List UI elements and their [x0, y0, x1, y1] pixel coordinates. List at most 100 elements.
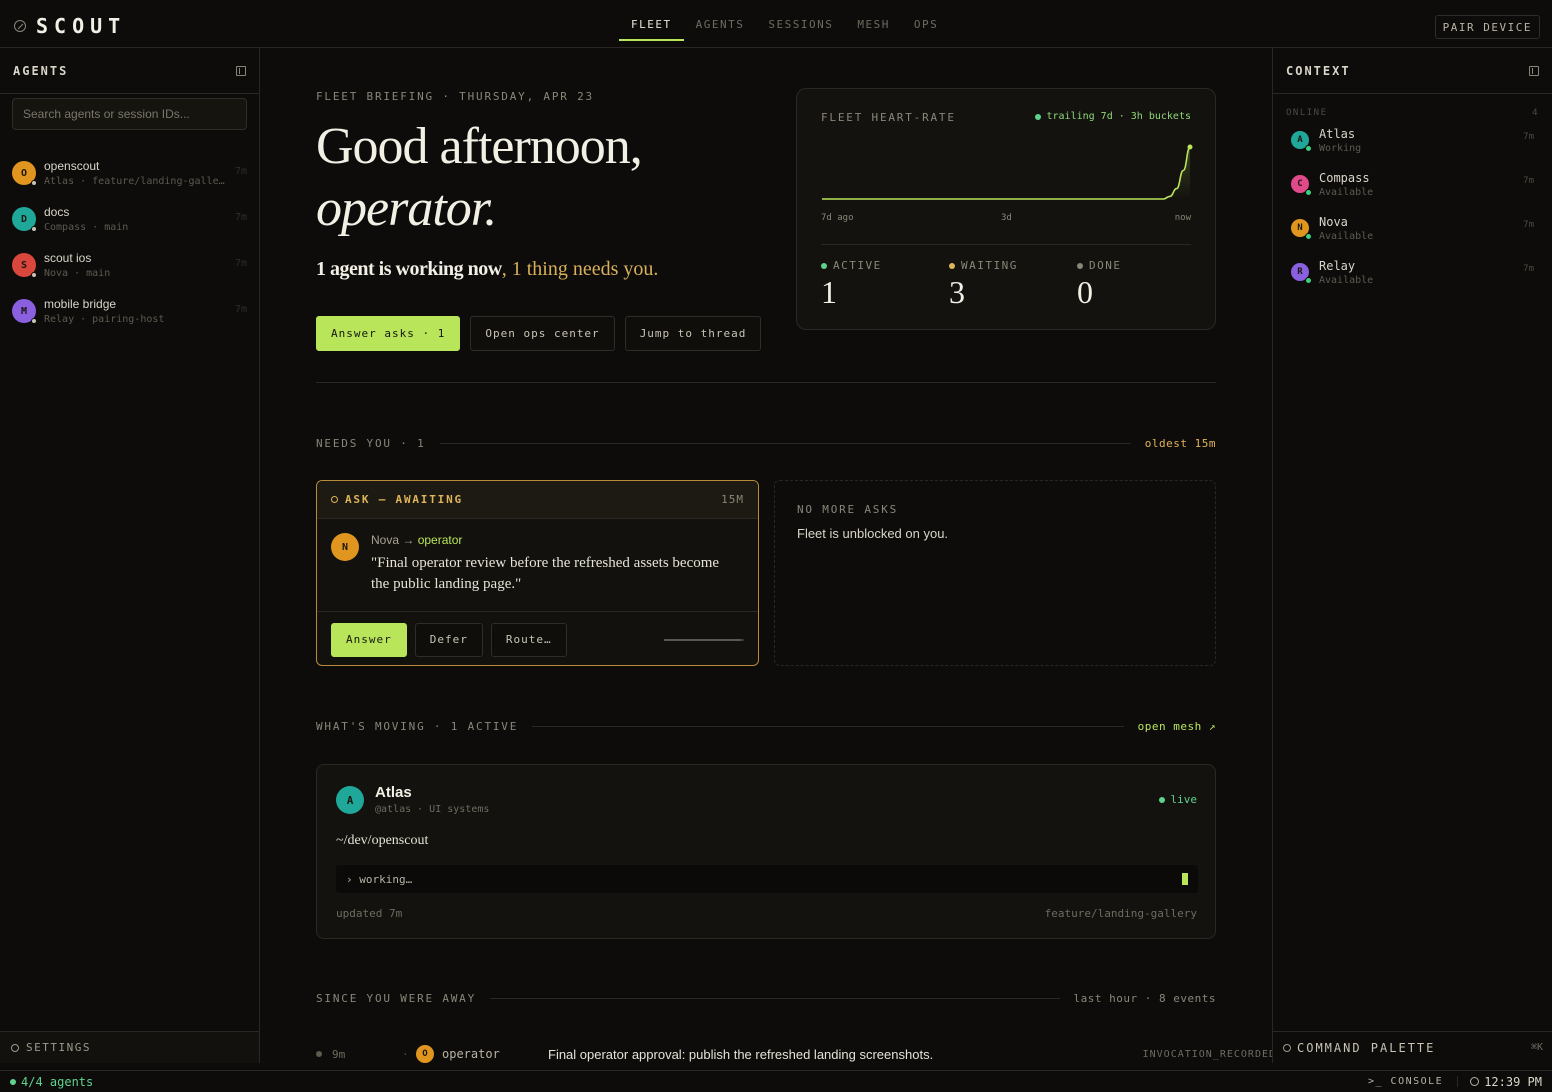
tab-sessions[interactable]: SESSIONS — [756, 0, 845, 48]
main-nav: FLEET AGENTS SESSIONS MESH OPS — [619, 0, 950, 48]
legend-text: trailing 7d · 3h buckets — [1046, 111, 1192, 122]
ask-header: ASK — AWAITING 15M — [317, 481, 758, 519]
ask-timer-fill — [664, 638, 741, 641]
console-button[interactable]: >_ CONSOLE — [1368, 1076, 1459, 1087]
agents-count[interactable]: 4/4 agents — [10, 1075, 1368, 1089]
divider — [316, 382, 1216, 383]
context-sidebar: CONTEXT ONLINE 4 A Atlas Working 7m C Co… — [1272, 48, 1552, 1063]
collapse-sidebar-icon[interactable] — [236, 65, 246, 76]
ask-to: operator — [417, 533, 463, 547]
no-more-asks-text: Fleet is unblocked on you. — [797, 526, 949, 541]
pair-device-button[interactable]: PAIR DEVICE — [1434, 15, 1540, 39]
search-icon — [1283, 1043, 1291, 1052]
main-content: FLEET BRIEFING · THURSDAY, APR 23 Good a… — [260, 48, 1272, 1070]
ask-age: 15M — [721, 493, 744, 506]
event-kind: INVOCATION_RECORDED — [1142, 1048, 1272, 1060]
status-dot — [31, 180, 37, 186]
live-text: live — [1170, 793, 1198, 806]
ask-content: Nova → operator "Final operator review b… — [371, 533, 741, 595]
online-dot — [1305, 233, 1312, 240]
divider — [439, 443, 1131, 444]
open-ops-center-button[interactable]: Open ops center — [470, 316, 615, 351]
agent-sub: Atlas · feature/landing-gallery — [44, 176, 226, 187]
avatar: N — [1291, 219, 1312, 240]
ask-route: Nova → operator — [371, 533, 741, 547]
since-away-header: SINCE YOU WERE AWAY last hour · 8 events — [316, 992, 1216, 1005]
jump-to-thread-button[interactable]: Jump to thread — [624, 316, 762, 351]
route-button[interactable]: Route… — [490, 622, 567, 657]
agent-item-openscout[interactable]: O openscout Atlas · feature/landing-gall… — [0, 150, 259, 196]
ask-timer-bar — [664, 638, 744, 641]
event-row[interactable]: 9m · O operator Final operator approval:… — [316, 1044, 1272, 1064]
context-agent-nova[interactable]: N Nova Available 7m — [1273, 206, 1552, 250]
settings-button[interactable]: SETTINGS — [0, 1031, 259, 1063]
stat-label: DONE — [1077, 259, 1122, 272]
live-dot — [1158, 796, 1165, 803]
avatar-initial: C — [1297, 179, 1303, 189]
command-palette-button[interactable]: COMMAND PALETTE ⌘K — [1273, 1031, 1552, 1063]
context-status: Working — [1319, 142, 1362, 154]
context-agent-relay[interactable]: R Relay Available 7m — [1273, 250, 1552, 294]
agent-search-input[interactable] — [23, 107, 236, 121]
avatar: R — [1291, 263, 1312, 284]
whats-moving-header: WHAT'S MOVING · 1 ACTIVE open mesh ↗ — [316, 720, 1216, 733]
divider — [532, 726, 1124, 727]
stat-label-text: DONE — [1089, 259, 1122, 272]
gear-icon — [11, 1043, 19, 1052]
event-dot — [316, 1051, 322, 1057]
avatar-initial: D — [20, 213, 28, 225]
tab-ops[interactable]: OPS — [902, 0, 950, 48]
online-dot — [1305, 277, 1312, 284]
stat-label: WAITING — [949, 259, 1018, 272]
since-away-title: SINCE YOU WERE AWAY — [316, 992, 477, 1005]
tab-agents[interactable]: AGENTS — [684, 0, 757, 48]
active-agent-card[interactable]: A Atlas @atlas · UI systems live ~/dev/o… — [316, 764, 1216, 939]
collapse-panel-icon[interactable] — [1529, 65, 1539, 76]
context-status: Available — [1319, 274, 1374, 286]
defer-button[interactable]: Defer — [414, 622, 483, 657]
stat-active: ACTIVE 1 — [821, 259, 882, 311]
answer-button[interactable]: Answer — [331, 622, 407, 657]
agent-time: 7m — [234, 166, 247, 177]
tab-mesh[interactable]: MESH — [845, 0, 902, 48]
agent-time: 7m — [234, 304, 247, 315]
heart-rate-chart — [821, 144, 1193, 200]
agent-item-mobile-bridge[interactable]: M mobile bridge Relay · pairing-host 7m — [0, 288, 259, 334]
summary-working: 1 agent is working now — [316, 258, 502, 280]
greeting-name-text: operator. — [316, 180, 497, 237]
command-shortcut: ⌘K — [1530, 1042, 1543, 1053]
avatar: M — [12, 299, 37, 324]
agent-item-docs[interactable]: D docs Compass · main 7m — [0, 196, 259, 242]
agent-sub: Nova · main — [44, 268, 111, 279]
divider — [821, 244, 1191, 245]
ask-state-text: ASK — AWAITING — [345, 493, 463, 506]
context-name: Nova — [1319, 214, 1348, 229]
status-dot — [31, 226, 37, 232]
divider — [490, 998, 1060, 999]
agent-item-scout-ios[interactable]: S scout ios Nova · main 7m — [0, 242, 259, 288]
context-agent-compass[interactable]: C Compass Available 7m — [1273, 162, 1552, 206]
briefing-kicker: FLEET BRIEFING · THURSDAY, APR 23 — [316, 90, 594, 103]
answer-asks-button[interactable]: Answer asks · 1 — [316, 316, 461, 351]
heart-rate-line — [821, 146, 1191, 200]
brand[interactable]: SCOUT — [14, 14, 126, 38]
context-time: 7m — [1523, 176, 1534, 186]
since-away-note: last hour · 8 events — [1073, 992, 1216, 1005]
tab-fleet[interactable]: FLEET — [619, 0, 684, 48]
avatar: N — [331, 533, 359, 561]
avatar: A — [1291, 131, 1312, 152]
agent-name: scout ios — [44, 251, 92, 265]
tick-label: now — [1174, 213, 1191, 223]
avatar-initial: A — [346, 793, 354, 807]
terminal-text: › working… — [346, 872, 413, 886]
agents-title: AGENTS — [13, 63, 69, 78]
stat-waiting: WAITING 3 — [949, 259, 1018, 311]
online-count: 4 — [1532, 108, 1539, 118]
context-status: Available — [1319, 230, 1374, 242]
heart-rate-legend: trailing 7d · 3h buckets — [1034, 111, 1192, 122]
open-mesh-link[interactable]: open mesh ↗ — [1138, 720, 1216, 733]
terminal-preview[interactable]: › working… — [336, 865, 1198, 893]
context-time: 7m — [1523, 264, 1534, 274]
needs-you-header: NEEDS YOU · 1 oldest 15m — [316, 437, 1216, 450]
context-agent-atlas[interactable]: A Atlas Working 7m — [1273, 118, 1552, 162]
